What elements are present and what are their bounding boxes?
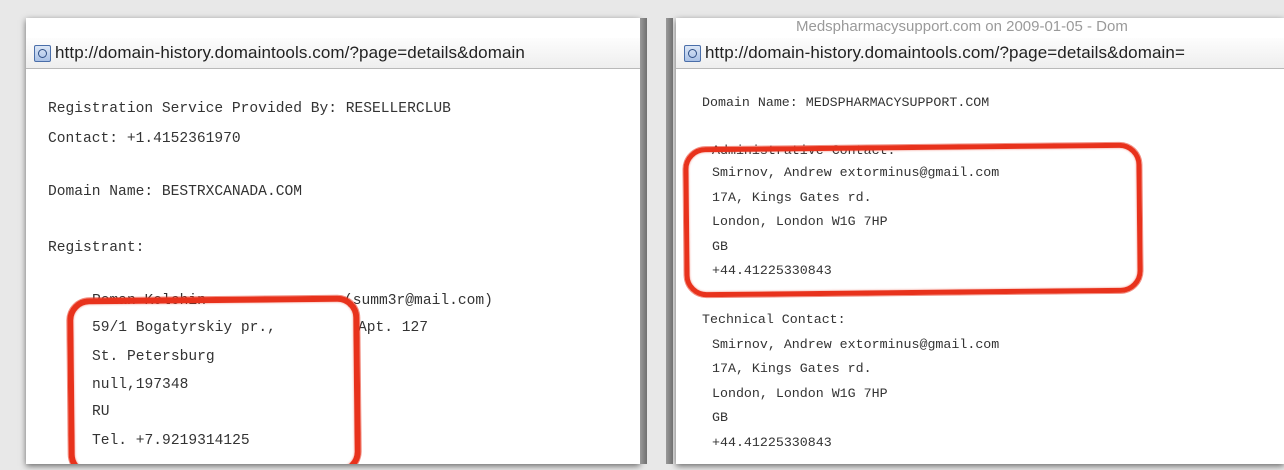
registrant-apt: Apt. 127	[358, 320, 429, 336]
address-bar[interactable]: http://domain-history.domaintools.com/?p…	[676, 38, 1284, 69]
window-edge-scrollbar[interactable]	[640, 18, 647, 464]
site-favicon-icon	[684, 44, 701, 62]
left-browser-window: http://domain-history.domaintools.com/?p…	[26, 18, 647, 464]
whois-content: Registration Service Provided By: RESELL…	[26, 69, 640, 464]
red-highlight-circle	[67, 295, 361, 464]
whois-line: Registration Service Provided By: RESELL…	[48, 101, 451, 117]
whois-line: Domain Name: MEDSPHARMACYSUPPORT.COM	[702, 95, 990, 110]
whois-content: Domain Name: MEDSPHARMACYSUPPORT.COM Adm…	[676, 69, 1284, 464]
window-edge-scrollbar[interactable]	[666, 18, 673, 464]
url-text[interactable]: http://domain-history.domaintools.com/?p…	[705, 43, 1185, 63]
tech-street: 17A, Kings Gates rd.	[712, 361, 872, 376]
tech-country: GB	[712, 410, 728, 425]
url-text[interactable]: http://domain-history.domaintools.com/?p…	[55, 43, 525, 63]
tech-phone: +44.41225330843	[712, 435, 832, 450]
tech-contact-heading: Technical Contact:	[702, 312, 846, 327]
whois-line: Contact: +1.4152361970	[48, 131, 241, 147]
red-highlight-circle	[683, 142, 1143, 298]
tech-city: London, London W1G 7HP	[712, 386, 888, 401]
tech-name-email: Smirnov, Andrew extorminus@gmail.com	[712, 337, 1000, 352]
registrant-email: (summ3r@mail.com)	[344, 293, 493, 309]
whois-line: Domain Name: BESTRXCANADA.COM	[48, 184, 302, 200]
window-title-text: Medspharmacysupport.com on 2009-01-05 - …	[796, 18, 1128, 35]
window-title-fragment: Medspharmacysupport.com on 2009-01-05 - …	[676, 18, 1284, 38]
right-browser-window: Medspharmacysupport.com on 2009-01-05 - …	[666, 18, 1284, 464]
address-bar[interactable]: http://domain-history.domaintools.com/?p…	[26, 38, 640, 69]
site-favicon-icon	[34, 44, 51, 62]
whois-line: Registrant:	[48, 240, 145, 256]
